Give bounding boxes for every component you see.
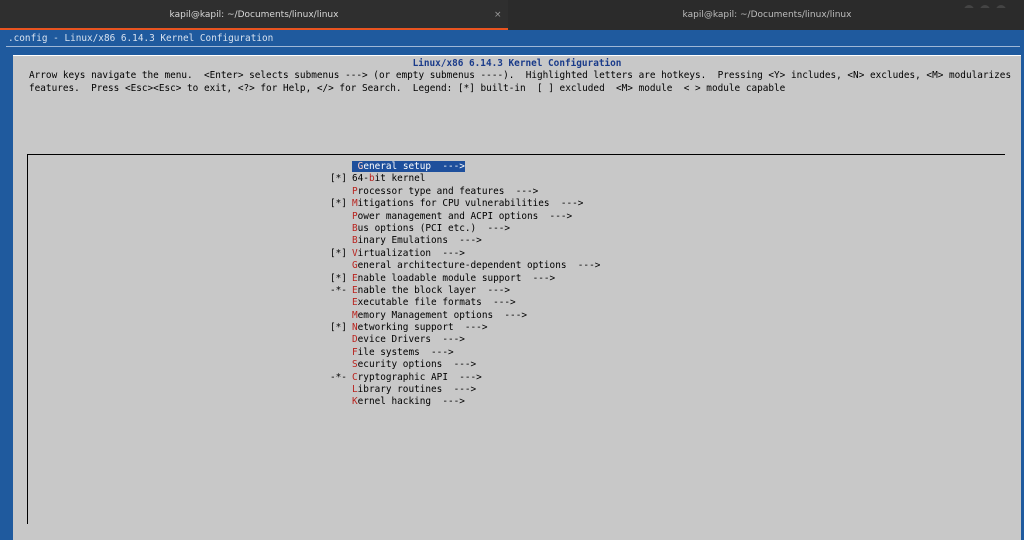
menu-item-text: us options (PCI etc.) ---> [357, 222, 511, 234]
menu-item[interactable]: [*] 64-bit kernel [330, 173, 730, 185]
close-window-icon[interactable] [996, 5, 1006, 8]
menu-item-state: [*] [330, 198, 347, 210]
menu-item-state: -*- [330, 284, 347, 296]
tab-terminal-1[interactable]: kapil@kapil: ~/Documents/linux/linux × [0, 0, 508, 30]
menu-item[interactable]: Executable file formats ---> [330, 297, 730, 309]
terminal-screen[interactable]: .config - Linux/x86 6.14.3 Kernel Config… [0, 30, 1024, 540]
menu-item-text: ibrary routines ---> [357, 384, 477, 396]
menu-item[interactable]: Bus options (PCI etc.) ---> [330, 223, 730, 235]
menu-item-label: Power management and ACPI options ---> [352, 211, 572, 222]
menu-item-label: Bus options (PCI etc.) ---> [352, 223, 510, 234]
menu-item-text: nable the block layer ---> [357, 284, 511, 296]
menu-item-label: File systems ---> [352, 347, 454, 358]
menu-item-text: ile systems ---> [357, 346, 454, 358]
menu-item-text: irtualization ---> [357, 247, 465, 259]
menu-item[interactable]: [*] Networking support ---> [330, 322, 730, 334]
menu-item-state: [*] [330, 322, 347, 334]
menu-item-label: Cryptographic API ---> [352, 372, 482, 383]
menu-item[interactable]: General architecture-dependent options -… [330, 260, 730, 272]
menu-item-label: Binary Emulations ---> [352, 235, 482, 246]
menu-item-text: inary Emulations ---> [357, 235, 482, 247]
menu-item[interactable]: Security options ---> [330, 359, 730, 371]
menu-item-text: ernel hacking ---> [357, 396, 465, 408]
menu-item-label: Library routines ---> [352, 384, 476, 395]
menu-item-state: [*] [330, 173, 347, 185]
menu-item[interactable]: File systems ---> [330, 347, 730, 359]
close-icon[interactable]: × [494, 0, 502, 30]
menu-item-label: Security options ---> [352, 359, 476, 370]
menu-item[interactable]: Kernel hacking ---> [330, 396, 730, 408]
dialog-title: Linux/x86 6.14.3 Kernel Configuration [412, 58, 622, 69]
menu-item[interactable]: Processor type and features ---> [330, 186, 730, 198]
window-controls [958, 0, 1018, 8]
menu-item[interactable]: Memory Management options ---> [330, 310, 730, 322]
menu-list: General setup ---> [*] 64-bit kernel Proces… [330, 161, 730, 409]
menu-item-label: Virtualization ---> [352, 248, 465, 259]
menu-item-label: Memory Management options ---> [352, 310, 527, 321]
menu-item-text: ecurity options ---> [357, 359, 477, 371]
menu-item[interactable]: General setup ---> [330, 161, 730, 173]
menu-item[interactable]: [*] Enable loadable module support ---> [330, 273, 730, 285]
menu-item-label: 64-bit kernel [352, 173, 425, 184]
help-text-line-2: features. Press <Esc><Esc> to exit, <?> … [29, 83, 786, 94]
menu-item[interactable]: Binary Emulations ---> [330, 235, 730, 247]
menu-item[interactable]: Library routines ---> [330, 384, 730, 396]
menu-item-state: [*] [330, 247, 347, 259]
menu-item-text: it kernel [374, 173, 426, 185]
menu-box: General setup ---> [*] 64-bit kernel Proces… [27, 154, 1005, 524]
menu-item-text: etworking support ---> [357, 322, 488, 334]
backtitle-divider [6, 46, 1020, 47]
menu-item-label: Kernel hacking ---> [352, 396, 465, 407]
menu-item-state: [*] [330, 272, 347, 284]
menu-item-label: Enable loadable module support ---> [352, 273, 555, 284]
menu-item-text: rocessor type and features ---> [357, 185, 539, 197]
menu-item-label: General architecture-dependent options -… [352, 260, 600, 271]
help-text-line-1: Arrow keys navigate the menu. <Enter> se… [29, 70, 1012, 81]
menu-item-label: Mitigations for CPU vulnerabilities ---> [352, 198, 583, 209]
menu-item-text: 64- [352, 173, 369, 185]
menu-item-text: ryptographic API ---> [357, 371, 482, 383]
menu-item[interactable]: Power management and ACPI options ---> [330, 211, 730, 223]
menu-item[interactable]: [*] Virtualization ---> [330, 248, 730, 260]
menu-item-label: Enable the block layer ---> [352, 285, 510, 296]
maximize-icon[interactable] [980, 5, 990, 8]
menu-item-text: nable loadable module support ---> [357, 272, 556, 284]
menu-item-state: -*- [330, 371, 347, 383]
menu-item-text: eneral architecture-dependent options --… [357, 260, 601, 272]
menu-item-text: xecutable file formats ---> [357, 297, 516, 309]
menu-item-text: evice Drivers ---> [357, 334, 465, 346]
backtitle: .config - Linux/x86 6.14.3 Kernel Config… [8, 33, 274, 44]
menu-item[interactable]: [*] Mitigations for CPU vulnerabilities -… [330, 198, 730, 210]
tab-title: kapil@kapil: ~/Documents/linux/linux [682, 10, 852, 20]
menu-item-label: General setup ---> [352, 161, 465, 172]
menu-item[interactable]: -*- Cryptographic API ---> [330, 372, 730, 384]
menuconfig-dialog: Linux/x86 6.14.3 Kernel Configuration Ar… [13, 55, 1021, 540]
menu-item-text: eneral setup ---> [363, 161, 465, 172]
menu-item-label: Processor type and features ---> [352, 186, 538, 197]
tab-terminal-2[interactable]: kapil@kapil: ~/Documents/linux/linux [510, 0, 1024, 30]
menu-item-label: Executable file formats ---> [352, 297, 516, 308]
menu-item-text: itigations for CPU vulnerabilities ---> [357, 198, 584, 210]
menu-item-label: Device Drivers ---> [352, 334, 465, 345]
minimize-icon[interactable] [964, 5, 974, 8]
menu-item[interactable]: Device Drivers ---> [330, 334, 730, 346]
tab-title: kapil@kapil: ~/Documents/linux/linux [169, 10, 339, 20]
menu-item[interactable]: -*- Enable the block layer ---> [330, 285, 730, 297]
terminal-tab-bar: kapil@kapil: ~/Documents/linux/linux × k… [0, 0, 1024, 30]
menu-item-text: ower management and ACPI options ---> [357, 210, 573, 222]
menu-item-label: Networking support ---> [352, 322, 487, 333]
menu-item-text: emory Management options ---> [357, 309, 527, 321]
